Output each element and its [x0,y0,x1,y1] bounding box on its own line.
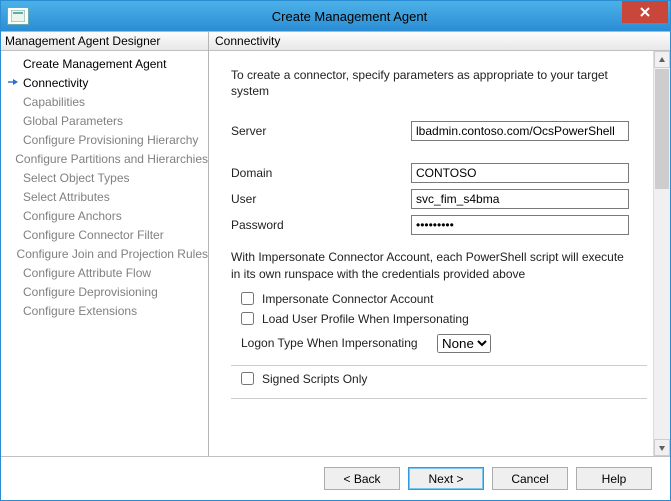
help-button[interactable]: Help [576,467,652,490]
titlebar: Create Management Agent [1,1,670,31]
nav-item-9[interactable]: Configure Connector Filter [1,225,208,244]
scroll-down-button[interactable] [654,439,670,456]
nav-item-label: Configure Provisioning Hierarchy [23,133,198,147]
nav-item-label: Configure Deprovisioning [23,285,158,299]
nav-item-label: Configure Attribute Flow [23,266,151,280]
nav-item-5[interactable]: Configure Partitions and Hierarchies [1,149,208,168]
nav-item-7[interactable]: Select Attributes [1,187,208,206]
nav-item-10[interactable]: Configure Join and Projection Rules [1,244,208,263]
nav-item-label: Create Management Agent [23,57,166,71]
nav-item-label: Connectivity [23,76,88,90]
nav-list: Create Management Agent Connectivity Capab… [1,51,208,456]
left-panel-header: Management Agent Designer [1,32,208,51]
impersonate-checkbox[interactable] [241,292,254,305]
nav-item-0[interactable]: Create Management Agent [1,54,208,73]
user-label: User [231,192,411,206]
intro-text: To create a connector, specify parameter… [231,67,647,99]
nav-item-label: Configure Join and Projection Rules [17,247,208,261]
nav-item-12[interactable]: Configure Deprovisioning [1,282,208,301]
vertical-scrollbar[interactable] [653,51,670,456]
impersonate-description: With Impersonate Connector Account, each… [231,249,647,281]
cancel-button[interactable]: Cancel [492,467,568,490]
logon-type-label: Logon Type When Impersonating [241,336,437,350]
footer: < Back Next > Cancel Help [1,456,670,500]
nav-item-11[interactable]: Configure Attribute Flow [1,263,208,282]
signed-scripts-checkbox[interactable] [241,372,254,385]
domain-label: Domain [231,166,411,180]
nav-item-label: Configure Partitions and Hierarchies [15,152,208,166]
nav-item-2[interactable]: Capabilities [1,92,208,111]
load-profile-checkbox[interactable] [241,312,254,325]
server-label: Server [231,124,411,138]
nav-item-label: Select Object Types [23,171,130,185]
logon-type-select[interactable]: None [437,334,491,353]
window: Create Management Agent Management Agent… [0,0,671,501]
divider [231,365,647,366]
impersonate-checkbox-label: Impersonate Connector Account [262,292,433,306]
left-panel: Management Agent Designer Create Managem… [1,32,209,456]
right-panel: Connectivity To create a connector, spec… [209,32,670,456]
next-button[interactable]: Next > [408,467,484,490]
nav-item-6[interactable]: Select Object Types [1,168,208,187]
nav-item-label: Select Attributes [23,190,110,204]
divider-2 [231,398,647,399]
nav-item-label: Global Parameters [23,114,123,128]
signed-scripts-checkbox-label: Signed Scripts Only [262,372,367,386]
nav-item-8[interactable]: Configure Anchors [1,206,208,225]
content-area: To create a connector, specify parameter… [209,51,653,456]
right-panel-header: Connectivity [209,32,670,51]
nav-item-label: Capabilities [23,95,85,109]
back-button[interactable]: < Back [324,467,400,490]
close-button[interactable] [622,1,668,23]
scroll-thumb[interactable] [655,69,669,189]
nav-item-3[interactable]: Global Parameters [1,111,208,130]
domain-input[interactable] [411,163,629,183]
user-input[interactable] [411,189,629,209]
nav-item-13[interactable]: Configure Extensions [1,301,208,320]
nav-item-1[interactable]: Connectivity [1,73,208,92]
server-input[interactable] [411,121,629,141]
nav-item-4[interactable]: Configure Provisioning Hierarchy [1,130,208,149]
password-label: Password [231,218,411,232]
arrow-icon [7,76,23,90]
app-icon [7,7,29,25]
nav-item-label: Configure Extensions [23,304,137,318]
nav-item-label: Configure Anchors [23,209,122,223]
scroll-up-button[interactable] [654,51,670,68]
password-input[interactable] [411,215,629,235]
nav-item-label: Configure Connector Filter [23,228,164,242]
load-profile-checkbox-label: Load User Profile When Impersonating [262,312,469,326]
window-title: Create Management Agent [29,9,670,24]
